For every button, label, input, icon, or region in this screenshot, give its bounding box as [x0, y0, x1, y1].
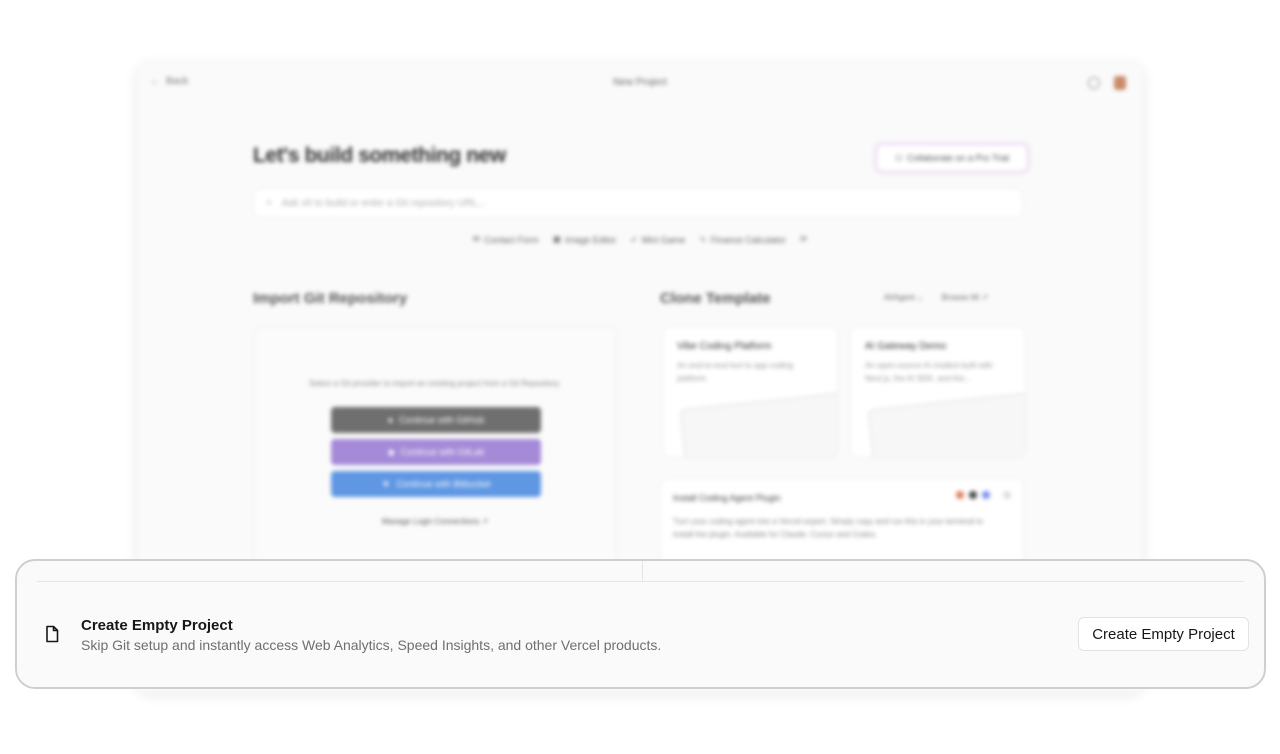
import-git-title: Import Git Repository — [253, 290, 408, 307]
chip-mini-game[interactable]: ➶ Mini Game — [630, 234, 685, 245]
divider — [642, 561, 643, 581]
divider — [37, 581, 1244, 582]
external-link-icon: ↗ — [481, 517, 489, 526]
manage-label: Manage Login Connections — [381, 517, 480, 526]
claude-icon — [956, 491, 964, 499]
create-empty-project-button[interactable]: Create Empty Project — [1078, 617, 1249, 651]
plugin-description: Turn your coding agent into a Vercel exp… — [673, 517, 984, 539]
template-card[interactable]: AI Gateway Demo An open-source AI chatbo… — [850, 326, 1026, 458]
import-git-description: Select a Git provider to import an exist… — [309, 379, 561, 388]
chip-finance-calculator[interactable]: ∿ Finance Calculator — [699, 234, 786, 245]
gitlab-label: Continue with GitLab — [400, 447, 485, 457]
topbar-title: New Project — [613, 77, 667, 88]
template-description: An open-source AI chatbot built with Nex… — [865, 361, 993, 383]
agent-logos — [956, 491, 1011, 499]
refresh-icon[interactable]: ⟳ — [800, 234, 808, 245]
template-card[interactable]: Vibe Coding Platform An end-to-end text … — [662, 326, 838, 458]
suggestion-chips: ✉ Contact Form ▣ Image Editor ➶ Mini Game ∿… — [138, 234, 1142, 245]
chip-image-editor[interactable]: ▣ Image Editor — [553, 234, 617, 245]
github-label: Continue with GitHub — [399, 415, 485, 425]
plugin-title: Install Coding Agent Plugin — [673, 493, 781, 503]
template-title: Vibe Coding Platform — [677, 341, 772, 352]
bitbucket-button[interactable]: ▼ Continue with Bitbucket — [331, 471, 541, 497]
manage-connections-link[interactable]: Manage Login Connections ↗ — [254, 517, 616, 526]
bitbucket-label: Continue with Bitbucket — [396, 479, 491, 489]
template-preview — [679, 392, 837, 457]
plus-icon: + — [266, 197, 272, 209]
gitlab-icon: ◆ — [387, 446, 395, 457]
template-description: An end-to-end text to app coding platfor… — [677, 361, 794, 383]
cursor-icon — [969, 491, 977, 499]
empty-project-title: Create Empty Project — [81, 617, 233, 634]
template-filter-select[interactable]: AI/Agent ⌄ — [884, 293, 924, 302]
create-empty-project-panel: Create Empty Project Skip Git setup and … — [15, 559, 1266, 689]
mail-icon: ✉ — [472, 234, 481, 244]
help-icon[interactable] — [1088, 77, 1100, 89]
filter-label: AI/Agent — [884, 293, 915, 302]
chip-contact-form[interactable]: ✉ Contact Form — [473, 234, 539, 245]
avatar[interactable] — [1114, 76, 1126, 90]
prompt-input[interactable]: + Ask v0 to build or enter a Git reposit… — [253, 188, 1023, 218]
chevron-down-icon: ⌄ — [916, 293, 924, 302]
external-link-icon: ↗ — [981, 293, 988, 302]
browse-label: Browse All — [941, 293, 979, 302]
prompt-placeholder: Ask v0 to build or enter a Git repositor… — [281, 197, 486, 209]
top-bar: ← Back New Project — [138, 64, 1142, 104]
codex-icon — [982, 491, 990, 499]
template-title: AI Gateway Demo — [865, 341, 947, 352]
info-icon[interactable] — [1003, 491, 1011, 499]
import-git-card: Select a Git provider to import an exist… — [253, 326, 617, 588]
bitbucket-icon: ▼ — [381, 479, 391, 489]
template-preview — [867, 392, 1025, 457]
pro-trial-label: Collaborate on a Pro Trial — [907, 153, 1010, 163]
chip-label: Mini Game — [641, 234, 686, 245]
user-plus-icon: ⚇ — [894, 152, 903, 163]
page-headline: Let's build something new — [253, 144, 506, 167]
empty-project-description: Skip Git setup and instantly access Web … — [81, 637, 662, 653]
trend-icon: ∿ — [699, 234, 707, 244]
pro-trial-button[interactable]: ⚇ Collaborate on a Pro Trial — [876, 144, 1028, 172]
chip-label: Finance Calculator — [710, 234, 786, 245]
image-icon: ▣ — [552, 234, 562, 244]
github-icon: ● — [387, 415, 394, 425]
chip-label: Contact Form — [484, 234, 539, 245]
chip-label: Image Editor — [565, 234, 617, 245]
clone-template-title: Clone Template — [660, 290, 771, 307]
rocket-icon: ➶ — [630, 234, 638, 244]
gitlab-button[interactable]: ◆ Continue with GitLab — [331, 439, 541, 465]
file-icon — [46, 625, 59, 643]
browse-all-link[interactable]: Browse All ↗ — [942, 293, 988, 302]
github-button[interactable]: ● Continue with GitHub — [331, 407, 541, 433]
